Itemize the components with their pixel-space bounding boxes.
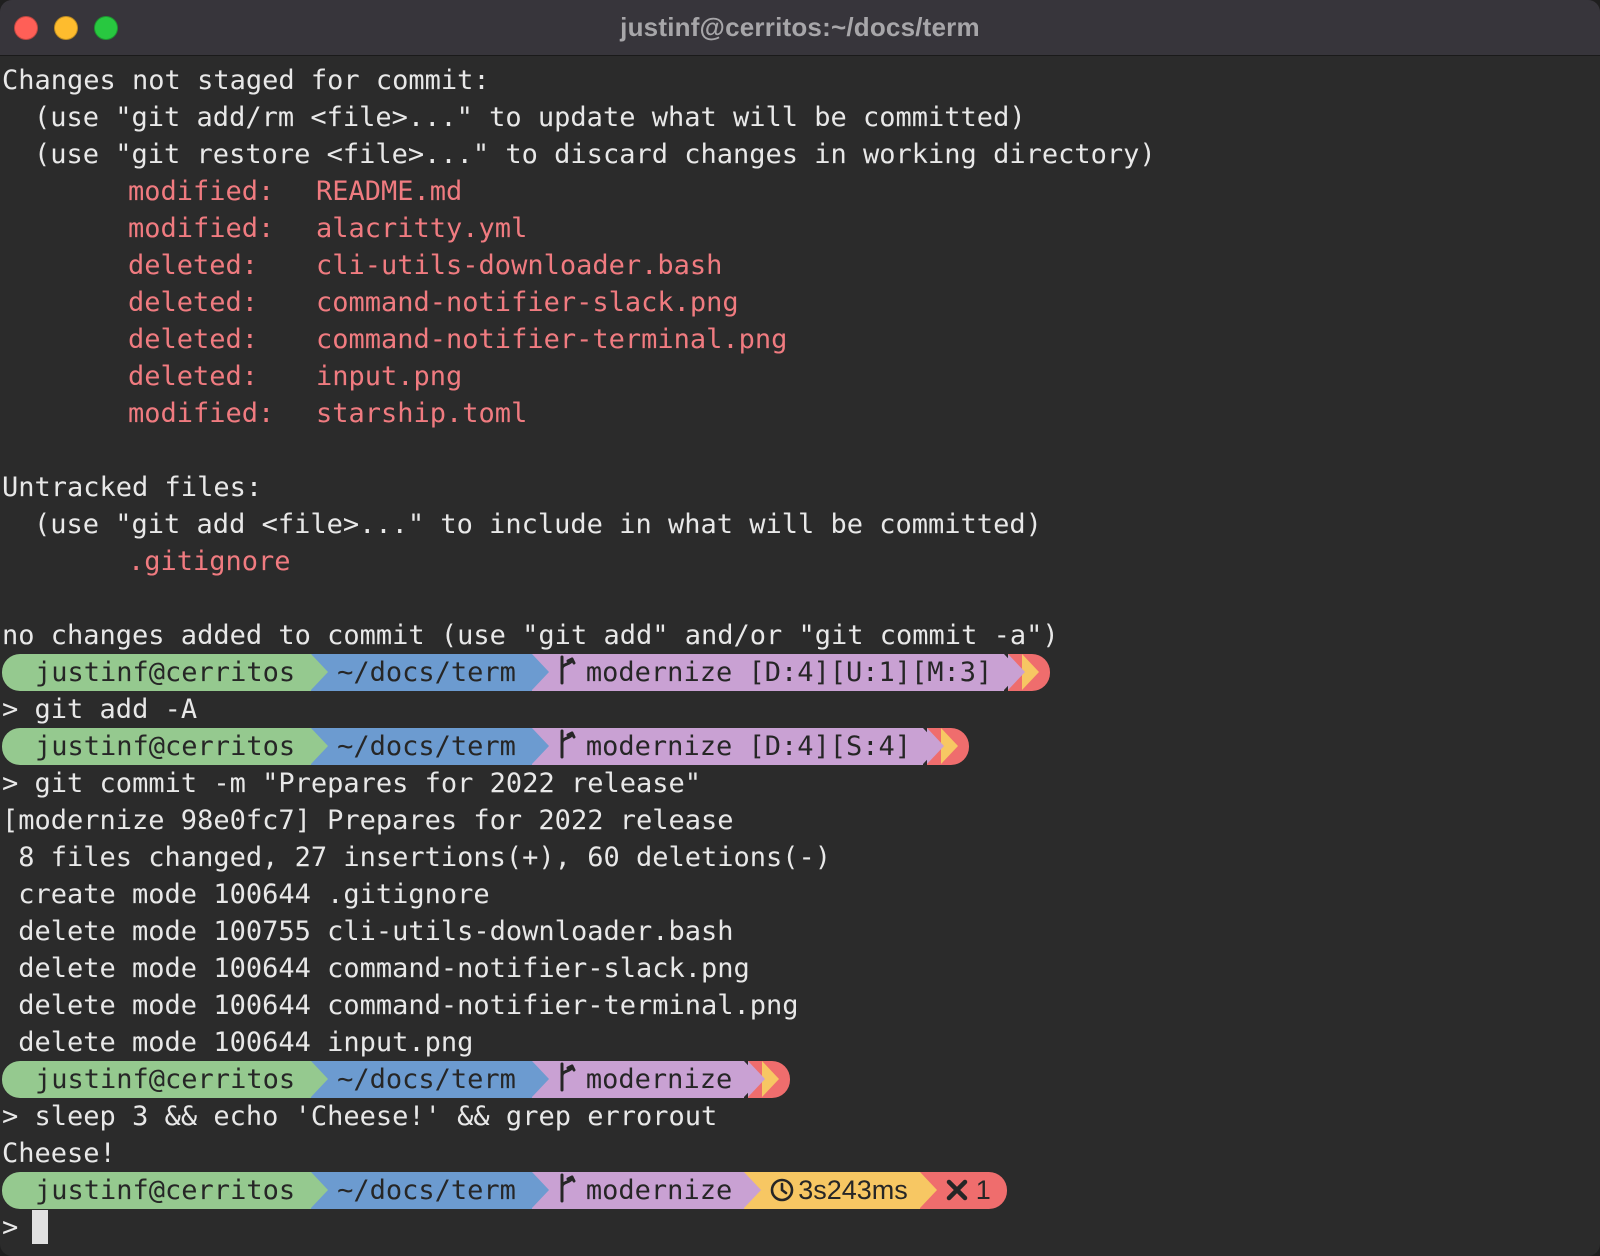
untracked-file-line: .gitignore: [2, 543, 1598, 580]
prompt-user-segment: justinf@cerritos: [2, 728, 329, 765]
prompt-duration-value: 3s243ms: [798, 1175, 908, 1205]
git-branch-icon: [560, 655, 576, 685]
change-line: deleted: cli-utils-downloader.bash: [2, 247, 1598, 284]
change-status: deleted:: [128, 250, 259, 281]
terminal-output[interactable]: Changes not staged for commit: (use "git…: [2, 62, 1598, 1252]
commit-output-line: delete mode 100644 command-notifier-term…: [2, 990, 799, 1021]
command-line: > git add -A: [2, 691, 1598, 728]
text-cursor: [32, 1210, 49, 1244]
status-hint-include: (use "git add <file>..." to include in w…: [34, 509, 1042, 540]
status-hint-restore: (use "git restore <file>..." to discard …: [34, 139, 1156, 170]
prompt-branch-name: modernize: [585, 1064, 733, 1095]
change-status: deleted:: [128, 287, 259, 318]
prompt-char: >: [2, 1101, 19, 1132]
change-file: command-notifier-terminal.png: [316, 324, 788, 355]
title-bar: justinf@cerritos:~/docs/term: [0, 0, 1600, 56]
command-text: git commit -m "Prepares for 2022 release…: [34, 768, 702, 799]
prompt-branch-name: modernize: [585, 731, 733, 762]
change-line: deleted: input.png: [2, 358, 1598, 395]
change-status: deleted:: [128, 361, 259, 392]
git-branch-icon: [560, 1173, 576, 1203]
prompt-exit-code-value: 1: [975, 1175, 991, 1205]
command-text: sleep 3 && echo 'Cheese!' && grep erroro…: [34, 1101, 718, 1132]
prompt-branch-name: modernize: [585, 1175, 733, 1206]
prompt-branch-segment: modernize [D:4][U:1][M:3]: [531, 654, 1022, 691]
prompt-user-segment: justinf@cerritos: [2, 654, 329, 691]
prompt-user-segment: justinf@cerritos: [2, 1061, 329, 1098]
change-file: input.png: [316, 361, 463, 392]
git-branch-icon: [560, 729, 576, 759]
commit-output-line: delete mode 100755 cli-utils-downloader.…: [2, 916, 734, 947]
change-status: deleted:: [128, 324, 259, 355]
status-hint-update: (use "git add/rm <file>..." to update wh…: [34, 102, 1026, 133]
git-branch-icon: [560, 1062, 576, 1092]
change-status: modified:: [128, 398, 275, 429]
prompt-branch-segment: modernize: [531, 1061, 762, 1098]
change-status: modified:: [128, 176, 275, 207]
change-status: modified:: [128, 213, 275, 244]
commit-output-line: delete mode 100644 input.png: [2, 1027, 474, 1058]
status-summary: no changes added to commit (use "git add…: [2, 620, 1059, 651]
prompt-char: >: [2, 768, 19, 799]
active-command-line[interactable]: >: [2, 1209, 1598, 1246]
prompt-bar: justinf@cerritos ~/docs/term modernize: [2, 1061, 1598, 1098]
prompt-user-segment: justinf@cerritos: [2, 1172, 329, 1209]
prompt-branch-segment: modernize: [531, 1172, 762, 1209]
change-file: alacritty.yml: [316, 213, 528, 244]
x-icon: [946, 1179, 968, 1201]
prompt-git-status: [D:4][S:4]: [748, 731, 912, 762]
commit-output-line: 8 files changed, 27 insertions(+), 60 de…: [2, 842, 832, 873]
terminal-window: justinf@cerritos:~/docs/term Changes not…: [0, 0, 1600, 1256]
prompt-bar: justinf@cerritos ~/docs/term modernize […: [2, 654, 1598, 691]
prompt-git-status: [D:4][U:1][M:3]: [748, 657, 993, 688]
status-header-unstaged: Changes not staged for commit:: [2, 65, 490, 96]
command-text: git add -A: [34, 694, 198, 725]
command-line: > sleep 3 && echo 'Cheese!' && grep erro…: [2, 1098, 1598, 1135]
prompt-duration-segment: 3s243ms: [744, 1172, 937, 1209]
untracked-file: .gitignore: [128, 546, 291, 577]
prompt-dir-segment: ~/docs/term: [311, 654, 549, 691]
change-file: command-notifier-slack.png: [316, 287, 739, 318]
prompt-end-cap: [1004, 654, 1051, 691]
prompt-branch-name: modernize: [585, 657, 733, 688]
prompt-char: >: [2, 1212, 19, 1243]
change-file: cli-utils-downloader.bash: [316, 250, 723, 281]
prompt-end-cap: [923, 728, 970, 765]
change-line: modified: README.md: [2, 173, 1598, 210]
command-line: > git commit -m "Prepares for 2022 relea…: [2, 765, 1598, 802]
prompt-branch-segment: modernize [D:4][S:4]: [531, 728, 941, 765]
window-title: justinf@cerritos:~/docs/term: [620, 12, 980, 42]
change-line: deleted: command-notifier-terminal.png: [2, 321, 1598, 358]
commit-output-line: create mode 100644 .gitignore: [2, 879, 490, 910]
prompt-dir-segment: ~/docs/term: [311, 1172, 549, 1209]
change-file: starship.toml: [316, 398, 528, 429]
prompt-char: >: [2, 694, 19, 725]
prompt-dir-segment: ~/docs/term: [311, 1061, 549, 1098]
status-header-untracked: Untracked files:: [2, 472, 263, 503]
clock-icon: [770, 1178, 794, 1202]
prompt-dir-segment: ~/docs/term: [311, 728, 549, 765]
change-line: modified: starship.toml: [2, 395, 1598, 432]
echo-output: Cheese!: [2, 1138, 116, 1169]
commit-output-line: [modernize 98e0fc7] Prepares for 2022 re…: [2, 805, 734, 836]
change-line: deleted: command-notifier-slack.png: [2, 284, 1598, 321]
prompt-bar: justinf@cerritos ~/docs/term modernize […: [2, 728, 1598, 765]
prompt-bar: justinf@cerritos ~/docs/term modernize 3…: [2, 1172, 1598, 1209]
change-file: README.md: [316, 176, 463, 207]
change-line: modified: alacritty.yml: [2, 210, 1598, 247]
prompt-end-cap: [744, 1061, 791, 1098]
commit-output-line: delete mode 100644 command-notifier-slac…: [2, 953, 750, 984]
